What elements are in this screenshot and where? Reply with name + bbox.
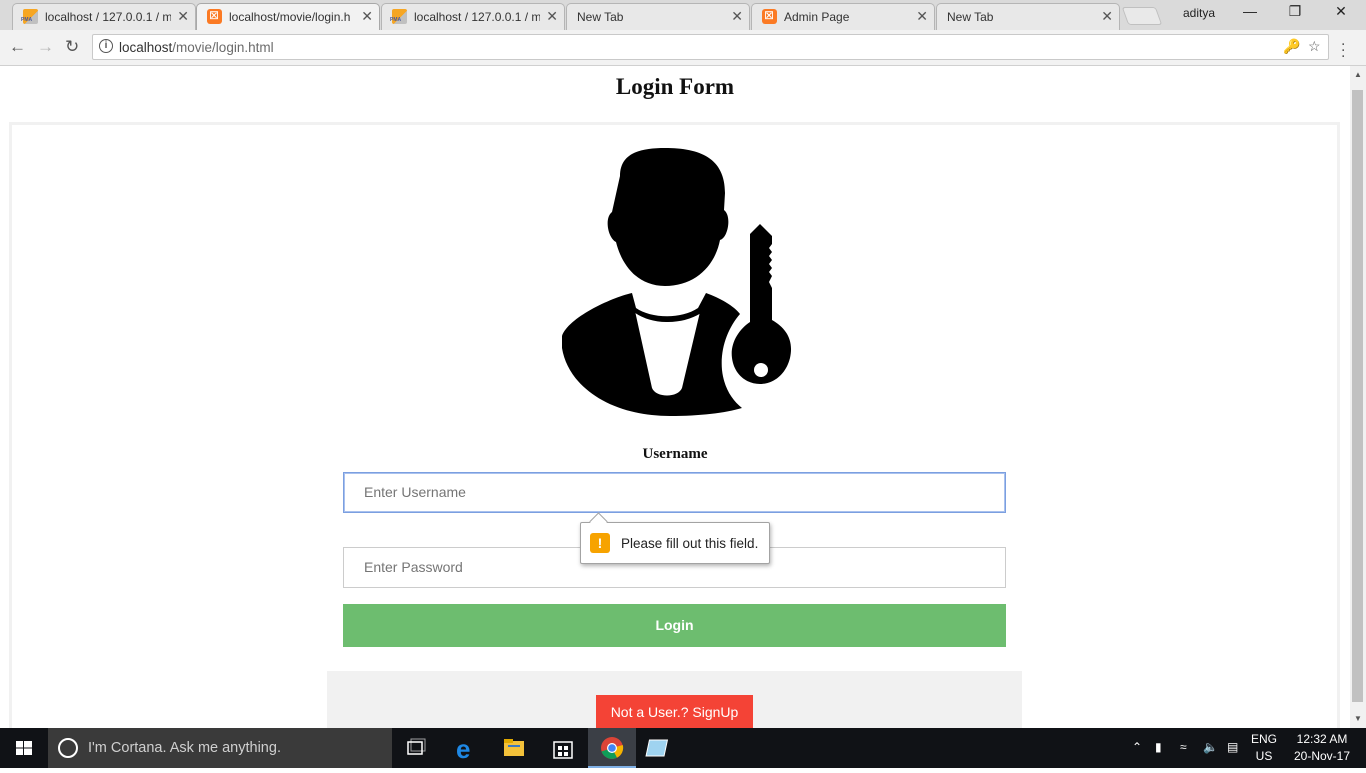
windows-logo-icon: [16, 741, 32, 755]
close-window-icon[interactable]: ✕: [1318, 3, 1364, 20]
action-center-icon[interactable]: ▤: [1227, 740, 1238, 754]
show-hidden-icons-icon[interactable]: ⌃: [1132, 740, 1142, 754]
new-tab-button[interactable]: [1121, 7, 1163, 25]
clock-date: 20-Nov-17: [1293, 749, 1351, 763]
tab-phpmyadmin-1[interactable]: localhost / 127.0.0.1 / m ✕: [12, 3, 196, 30]
tab-strip: localhost / 127.0.0.1 / m ✕ localhost/mo…: [0, 0, 1366, 30]
tab-new-2[interactable]: New Tab ✕: [936, 3, 1120, 30]
wifi-icon[interactable]: ≈: [1180, 740, 1187, 754]
taskbar-edge[interactable]: e: [441, 728, 489, 768]
taskbar-chrome[interactable]: [588, 728, 636, 768]
tab-title: Admin Page: [784, 10, 850, 24]
cortana-icon: [58, 738, 78, 758]
tab-title: New Tab: [577, 10, 624, 24]
bookmark-star-icon[interactable]: ☆: [1308, 38, 1321, 55]
tab-title: localhost / 127.0.0.1 / m: [414, 10, 540, 24]
tab-login[interactable]: localhost/movie/login.h ✕: [196, 3, 380, 30]
scrollbar-thumb[interactable]: [1352, 90, 1363, 702]
store-icon: [553, 741, 573, 759]
language-region: US: [1255, 749, 1273, 763]
task-view-icon: [407, 738, 426, 755]
address-bar[interactable]: i localhost/movie/login.html 🔑 ☆: [92, 34, 1329, 60]
tab-admin-page[interactable]: Admin Page ✕: [751, 3, 935, 30]
minimize-icon[interactable]: —: [1227, 3, 1273, 19]
tab-close-icon[interactable]: ✕: [546, 8, 558, 25]
taskbar-store[interactable]: [539, 728, 587, 768]
tab-phpmyadmin-2[interactable]: localhost / 127.0.0.1 / m ✕: [381, 3, 565, 30]
url-path: /movie/login.html: [172, 40, 274, 55]
windows-taskbar: I'm Cortana. Ask me anything. e ⌃ ▮ ≈ 🔈 …: [0, 728, 1366, 768]
phpmyadmin-icon: [21, 9, 38, 24]
taskbar-file-explorer[interactable]: [490, 728, 538, 768]
cortana-placeholder: I'm Cortana. Ask me anything.: [88, 740, 281, 756]
edge-icon: e: [456, 734, 470, 764]
key-icon[interactable]: 🔑: [1283, 38, 1300, 55]
language-indicator[interactable]: ENG US: [1251, 731, 1277, 765]
signup-button[interactable]: Not a User.? SignUp: [596, 695, 753, 728]
xampp-icon: [762, 8, 777, 24]
phpmyadmin-icon: [390, 9, 407, 24]
start-button[interactable]: [0, 728, 48, 768]
tab-close-icon[interactable]: ✕: [177, 8, 189, 25]
tab-close-icon[interactable]: ✕: [1101, 8, 1113, 25]
forward-icon[interactable]: →: [37, 37, 54, 57]
url-host: localhost: [119, 40, 173, 55]
tab-close-icon[interactable]: ✕: [361, 8, 373, 25]
svg-text:e: e: [456, 734, 470, 764]
tab-new-1[interactable]: New Tab ✕: [566, 3, 750, 30]
username-label: Username: [642, 446, 708, 462]
login-button[interactable]: Login: [343, 604, 1006, 647]
scroll-down-icon[interactable]: ▼: [1354, 714, 1362, 723]
xampp-icon: [207, 8, 222, 24]
system-clock[interactable]: 12:32 AM 20-Nov-17: [1290, 731, 1354, 765]
site-info-icon[interactable]: i: [99, 39, 113, 53]
validation-tooltip: ! Please fill out this field.: [580, 522, 770, 564]
menu-icon[interactable]: ...: [1341, 33, 1345, 61]
chrome-icon: [601, 737, 624, 759]
username-input[interactable]: Enter Username: [343, 472, 1006, 513]
url-text: localhost/movie/login.html: [119, 40, 274, 55]
tab-title: localhost/movie/login.h: [229, 10, 351, 24]
folder-icon: [504, 739, 524, 756]
tab-close-icon[interactable]: ✕: [731, 8, 743, 25]
profile-name[interactable]: aditya: [1183, 6, 1215, 20]
tab-close-icon[interactable]: ✕: [916, 8, 928, 25]
cortana-search-box[interactable]: I'm Cortana. Ask me anything.: [48, 728, 392, 768]
page-title: Login Form: [615, 74, 735, 99]
clock-time: 12:32 AM: [1296, 732, 1348, 746]
task-view-button[interactable]: [392, 728, 440, 768]
user-key-avatar-icon: [562, 148, 796, 416]
warning-icon: !: [590, 533, 610, 553]
notepad-icon: [645, 739, 669, 757]
volume-icon[interactable]: 🔈: [1203, 740, 1218, 754]
restore-icon[interactable]: ❐: [1272, 3, 1318, 20]
language-code: ENG: [1251, 732, 1278, 746]
scroll-up-icon[interactable]: ▲: [1354, 70, 1362, 79]
validation-message: Please fill out this field.: [621, 536, 759, 551]
tab-title: New Tab: [947, 10, 994, 24]
battery-icon[interactable]: ▮: [1155, 740, 1162, 754]
reload-icon[interactable]: ↻: [65, 37, 79, 57]
back-icon[interactable]: ←: [9, 37, 26, 57]
taskbar-notepad[interactable]: [637, 728, 685, 768]
browser-toolbar: ← → ↻ i localhost/movie/login.html 🔑 ☆ .…: [0, 30, 1366, 66]
page-scrollbar[interactable]: ▲ ▼: [1350, 66, 1366, 728]
tab-title: localhost / 127.0.0.1 / m: [45, 10, 171, 24]
page-content: Login Form Username Enter Username Enter…: [0, 66, 1350, 728]
